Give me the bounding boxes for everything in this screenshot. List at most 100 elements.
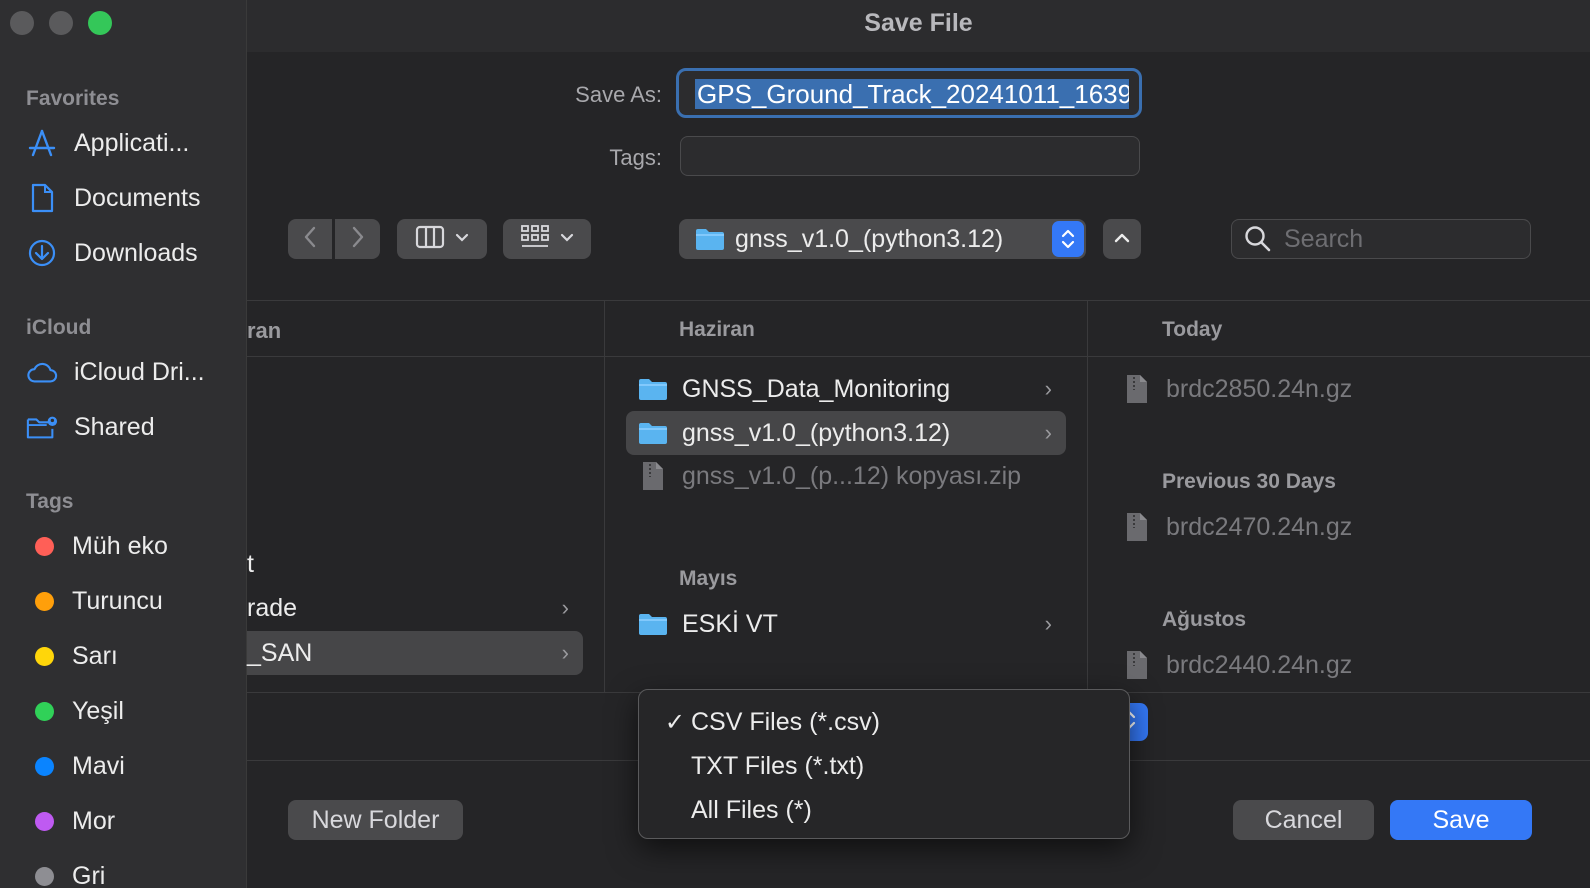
column-header: ran: [247, 318, 282, 343]
chevron-down-icon: [455, 230, 469, 248]
chevron-right-icon: ›: [561, 640, 569, 665]
location-popup[interactable]: gnss_v1.0_(python3.12): [679, 219, 1086, 259]
menu-item-txt[interactable]: TXT Files (*.txt): [639, 744, 1129, 788]
chevron-right-icon: ›: [561, 595, 569, 620]
tag-color-dot: [35, 701, 54, 721]
list-item-label: brdc2440.24n.gz: [1166, 650, 1353, 679]
column-header: Ağustos: [1162, 608, 1246, 631]
window-title: Save File: [864, 9, 973, 37]
sidebar-item-label: Sarı: [72, 641, 118, 670]
column-header: Previous 30 Days: [1162, 470, 1336, 493]
group-button[interactable]: [503, 219, 591, 259]
title-bar: Save File: [247, 0, 1590, 52]
list-item-label: ESKİ VT: [682, 609, 778, 638]
list-item[interactable]: rade ›: [247, 586, 583, 630]
sidebar-item-downloads[interactable]: Downloads: [26, 231, 236, 275]
zip-file-icon: [1122, 512, 1152, 542]
sidebar-item-shared[interactable]: Shared: [26, 405, 236, 449]
sidebar-item-label: Turuncu: [72, 586, 163, 615]
tag-color-dot: [35, 811, 54, 831]
sidebar-item-label: Downloads: [74, 238, 198, 267]
list-item-selected[interactable]: _SAN ›: [247, 631, 583, 675]
column-header: Haziran: [679, 318, 755, 341]
list-item[interactable]: ESKİ VT ›: [626, 602, 1066, 646]
list-item: brdc2470.24n.gz: [1110, 505, 1550, 549]
column-divider: [1087, 300, 1088, 692]
expand-collapse-button[interactable]: [1103, 219, 1141, 259]
chevron-down-icon: [560, 230, 574, 248]
forward-button[interactable]: [335, 219, 380, 259]
save-button[interactable]: Save: [1390, 800, 1532, 840]
folder-icon: [638, 612, 668, 636]
list-item-selected[interactable]: gnss_v1.0_(python3.12) ›: [626, 411, 1066, 455]
minimize-window-button[interactable]: [49, 11, 73, 35]
sidebar-item-label: Yeşil: [72, 696, 124, 725]
sidebar-tag-muh-eko[interactable]: Müh eko: [26, 524, 236, 568]
save-as-input[interactable]: GPS_Ground_Track_20241011_1639: [676, 68, 1142, 118]
tags-header: Tags: [26, 490, 74, 513]
sidebar-tag-sari[interactable]: Sarı: [26, 634, 236, 678]
chevron-right-icon: ›: [1044, 611, 1052, 636]
location-label: gnss_v1.0_(python3.12): [735, 224, 1004, 253]
tag-color-dot: [35, 866, 54, 886]
list-item-label: rade: [247, 593, 298, 622]
list-item[interactable]: GNSS_Data_Monitoring ›: [626, 367, 1066, 411]
sidebar-item-label: Applicati...: [74, 128, 190, 157]
sidebar-item-icloud-drive[interactable]: iCloud Dri...: [26, 350, 236, 394]
menu-item-label: TXT Files (*.txt): [691, 751, 865, 780]
chevron-left-icon: [303, 226, 317, 253]
tag-color-dot: [35, 536, 54, 556]
list-item-label: GNSS_Data_Monitoring: [682, 374, 951, 403]
chevron-up-icon: [1114, 230, 1130, 248]
menu-item-csv[interactable]: ✓ CSV Files (*.csv): [639, 700, 1129, 744]
cloud-icon: [26, 356, 58, 388]
back-button[interactable]: [288, 219, 332, 259]
grid-icon: [520, 224, 550, 255]
list-item: brdc2850.24n.gz: [1110, 367, 1550, 411]
search-icon: [1244, 225, 1272, 253]
column-header: Mayıs: [679, 567, 738, 590]
menu-item-label: All Files (*): [691, 795, 812, 824]
tag-color-dot: [35, 591, 54, 611]
view-mode-button[interactable]: [397, 219, 487, 259]
columns-icon: [415, 225, 445, 254]
sidebar-tag-turuncu[interactable]: Turuncu: [26, 579, 236, 623]
list-item-label: gnss_v1.0_(python3.12): [682, 418, 951, 447]
divider: [247, 300, 1590, 301]
list-item: gnss_v1.0_(p...12) kopyası.zip: [626, 454, 1066, 498]
file-format-menu: ✓ CSV Files (*.csv) TXT Files (*.txt) Al…: [638, 689, 1130, 839]
menu-item-all-files[interactable]: All Files (*): [639, 788, 1129, 832]
zip-file-icon: [1122, 374, 1152, 404]
tags-input[interactable]: [680, 136, 1140, 176]
sidebar-tag-mor[interactable]: Mor: [26, 799, 236, 843]
icloud-header: iCloud: [26, 316, 92, 339]
column-header: Today: [1162, 318, 1223, 341]
sidebar-item-label: Gri: [72, 861, 106, 888]
sidebar-tag-yesil[interactable]: Yeşil: [26, 689, 236, 733]
search-input[interactable]: Search: [1231, 219, 1531, 259]
zoom-window-button[interactable]: [88, 11, 112, 35]
folder-icon: [638, 421, 668, 445]
list-item-label: brdc2850.24n.gz: [1166, 374, 1353, 403]
close-window-button[interactable]: [10, 11, 34, 35]
sidebar-item-label: Shared: [74, 412, 155, 441]
divider: [247, 356, 1590, 357]
cancel-button[interactable]: Cancel: [1233, 800, 1374, 840]
document-icon: [26, 182, 58, 214]
sidebar-tag-mavi[interactable]: Mavi: [26, 744, 236, 788]
new-folder-button[interactable]: New Folder: [288, 800, 463, 840]
list-item: brdc2440.24n.gz: [1110, 643, 1550, 687]
sidebar-tag-gri[interactable]: Gri: [26, 854, 236, 888]
sidebar-item-documents[interactable]: Documents: [26, 176, 236, 220]
folder-icon: [638, 377, 668, 401]
download-icon: [26, 237, 58, 269]
menu-item-label: CSV Files (*.csv): [691, 707, 880, 736]
list-item[interactable]: t: [247, 550, 254, 579]
sidebar-item-applications[interactable]: Applicati...: [26, 121, 236, 165]
tag-color-dot: [35, 756, 54, 776]
tags-label: Tags:: [609, 145, 662, 170]
zip-file-icon: [1122, 650, 1152, 680]
save-as-label: Save As:: [575, 82, 662, 107]
save-as-value: GPS_Ground_Track_20241011_1639: [695, 79, 1129, 109]
sidebar-item-label: Documents: [74, 183, 201, 212]
